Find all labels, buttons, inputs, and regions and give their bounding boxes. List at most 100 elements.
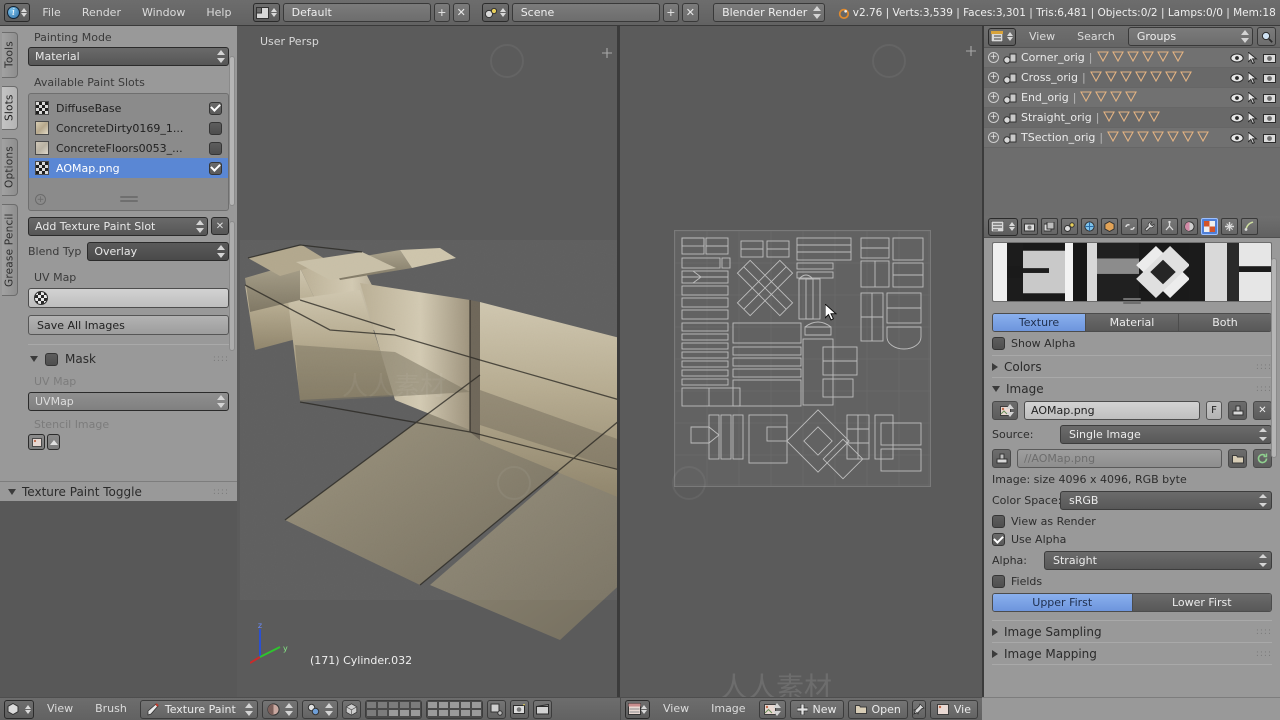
image-browse-button[interactable] bbox=[992, 401, 1018, 420]
tool-panel-scrollbar[interactable] bbox=[229, 56, 235, 206]
delete-scene-button[interactable]: ✕ bbox=[682, 3, 699, 22]
uv-image-editor[interactable]: 人人素材 bbox=[620, 26, 982, 697]
view-image-button[interactable]: Vie bbox=[929, 699, 978, 719]
screen-layout-field[interactable]: Default bbox=[282, 3, 431, 22]
chevron-up-icon[interactable] bbox=[47, 434, 60, 450]
selectable-cursor-icon[interactable] bbox=[1248, 51, 1259, 64]
fields-checkbox[interactable] bbox=[992, 575, 1005, 588]
colors-panel-header[interactable]: Colors :::: bbox=[992, 360, 1272, 374]
tab-material[interactable] bbox=[1181, 218, 1198, 235]
list-item[interactable]: AOMap.png bbox=[29, 158, 228, 178]
tab-physics[interactable] bbox=[1221, 218, 1238, 235]
tab-texture[interactable] bbox=[1201, 218, 1218, 235]
use-alpha-checkbox[interactable] bbox=[992, 533, 1005, 546]
tab-particles[interactable] bbox=[1161, 218, 1178, 235]
scene-field[interactable]: Scene bbox=[511, 3, 660, 22]
mask-uv-map-dropdown[interactable]: UVMap bbox=[28, 392, 229, 411]
image-sampling-panel-header[interactable]: Image Sampling :::: bbox=[992, 625, 1272, 639]
renderable-camera-icon[interactable] bbox=[1263, 92, 1276, 103]
scene-layers-widget[interactable] bbox=[364, 699, 422, 719]
outliner-menu-view[interactable]: View bbox=[1020, 27, 1064, 47]
slot-enabled-checkbox[interactable] bbox=[209, 141, 222, 155]
outliner-menu-search[interactable]: Search bbox=[1068, 27, 1124, 47]
uv-map-field[interactable] bbox=[28, 288, 229, 308]
fields-row[interactable]: Fields bbox=[992, 575, 1272, 588]
expand-icon[interactable]: + bbox=[988, 112, 999, 123]
visibility-eye-icon[interactable] bbox=[1230, 133, 1244, 143]
tab-constraints[interactable] bbox=[1121, 218, 1138, 235]
image-browse-dropdown[interactable] bbox=[758, 699, 786, 719]
show-alpha-row[interactable]: Show Alpha bbox=[992, 337, 1272, 350]
image-icon[interactable] bbox=[28, 434, 45, 450]
render-engine-selector[interactable]: Blender Render bbox=[713, 3, 826, 22]
filepath-field[interactable]: //AOMap.png bbox=[1017, 449, 1222, 468]
visibility-eye-icon[interactable] bbox=[1230, 93, 1244, 103]
lower-first-button[interactable]: Lower First bbox=[1132, 594, 1271, 611]
color-space-dropdown[interactable]: sRGB bbox=[1060, 491, 1272, 510]
sidebar-item-options[interactable]: Options bbox=[2, 138, 18, 196]
close-icon[interactable]: ✕ bbox=[211, 217, 229, 235]
tab-material-preview[interactable]: Material bbox=[1086, 314, 1179, 331]
uv-footer-menu-image[interactable]: Image bbox=[702, 699, 754, 719]
footer-menu-view[interactable]: View bbox=[38, 699, 82, 719]
scene-layers-widget-2[interactable] bbox=[425, 699, 483, 719]
footer-menu-brush[interactable]: Brush bbox=[86, 699, 136, 719]
slot-enabled-checkbox[interactable] bbox=[209, 101, 222, 115]
properties-scrollbar[interactable] bbox=[1271, 258, 1277, 458]
scene-icon-button[interactable] bbox=[482, 3, 509, 22]
visibility-eye-icon[interactable] bbox=[1230, 73, 1244, 83]
tab-texture-preview[interactable]: Texture bbox=[993, 314, 1086, 331]
open-file-icon[interactable] bbox=[1228, 449, 1247, 468]
selectable-cursor-icon[interactable] bbox=[1248, 111, 1259, 124]
reload-image-icon[interactable] bbox=[1253, 449, 1272, 468]
sidebar-item-slots[interactable]: Slots bbox=[2, 86, 18, 130]
pivot-point-dropdown[interactable] bbox=[301, 699, 338, 719]
menu-help[interactable]: Help bbox=[197, 3, 240, 23]
view-as-render-row[interactable]: View as Render bbox=[992, 515, 1272, 528]
editor-type-selector[interactable]: i bbox=[4, 3, 31, 22]
viewport-3d[interactable]: User Persp z y (171) Cylinder.032 bbox=[237, 26, 617, 697]
table-row[interactable]: + End_orig | bbox=[984, 88, 1280, 108]
expand-icon[interactable]: + bbox=[988, 132, 999, 143]
slot-enabled-checkbox[interactable] bbox=[209, 161, 222, 175]
delete-screen-layout-button[interactable]: ✕ bbox=[453, 3, 470, 22]
table-row[interactable]: + Corner_orig | bbox=[984, 48, 1280, 68]
add-slot-icon[interactable]: + bbox=[35, 194, 46, 205]
list-item[interactable]: DiffuseBase bbox=[29, 98, 228, 118]
pin-image-button[interactable] bbox=[911, 699, 926, 719]
tab-render-layers[interactable] bbox=[1041, 218, 1058, 235]
texture-paint-toggle-panel[interactable]: Texture Paint Toggle :::: bbox=[0, 481, 237, 501]
outliner-editor[interactable]: View Search Groups + Corner_orig | + Cro… bbox=[984, 26, 1280, 216]
mask-enable-checkbox[interactable] bbox=[45, 352, 58, 366]
uv-footer-menu-view[interactable]: View bbox=[654, 699, 698, 719]
expand-icon[interactable]: + bbox=[988, 52, 999, 63]
save-all-images-button[interactable]: Save All Images bbox=[28, 315, 229, 335]
expand-icon[interactable]: + bbox=[988, 92, 999, 103]
unlink-image-icon[interactable]: ✕ bbox=[1253, 401, 1272, 420]
table-row[interactable]: + Straight_orig | bbox=[984, 108, 1280, 128]
menu-window[interactable]: Window bbox=[133, 3, 194, 23]
visibility-eye-icon[interactable] bbox=[1230, 53, 1244, 63]
tab-world[interactable] bbox=[1081, 218, 1098, 235]
visibility-eye-icon[interactable] bbox=[1230, 113, 1244, 123]
renderable-camera-icon[interactable] bbox=[1263, 112, 1276, 123]
fake-user-button[interactable]: F bbox=[1206, 401, 1222, 420]
image-mapping-panel-header[interactable]: Image Mapping :::: bbox=[992, 647, 1272, 661]
mask-panel-header[interactable]: Mask :::: bbox=[30, 352, 229, 366]
uv-layout-canvas[interactable] bbox=[674, 230, 931, 487]
upper-first-button[interactable]: Upper First bbox=[993, 594, 1133, 611]
list-item[interactable]: ConcreteFloors0053_... bbox=[29, 138, 228, 158]
menu-render[interactable]: Render bbox=[73, 3, 130, 23]
properties-editor[interactable]: Texture Material Both Show Alpha Colors … bbox=[984, 216, 1280, 697]
editor-type-selector-outliner[interactable] bbox=[988, 27, 1016, 46]
sidebar-item-grease-pencil[interactable]: Grease Pencil bbox=[2, 204, 18, 296]
open-image-button[interactable]: Open bbox=[847, 699, 908, 719]
sidebar-item-tools[interactable]: Tools bbox=[2, 32, 18, 78]
preview-resize-grip[interactable] bbox=[1123, 298, 1141, 304]
show-alpha-checkbox[interactable] bbox=[992, 337, 1005, 350]
tab-both-preview[interactable]: Both bbox=[1179, 314, 1271, 331]
outliner-display-mode[interactable]: Groups bbox=[1127, 27, 1253, 46]
tab-modifiers[interactable] bbox=[1141, 218, 1158, 235]
render-animation-button[interactable] bbox=[532, 699, 552, 719]
view-as-render-checkbox[interactable] bbox=[992, 515, 1005, 528]
